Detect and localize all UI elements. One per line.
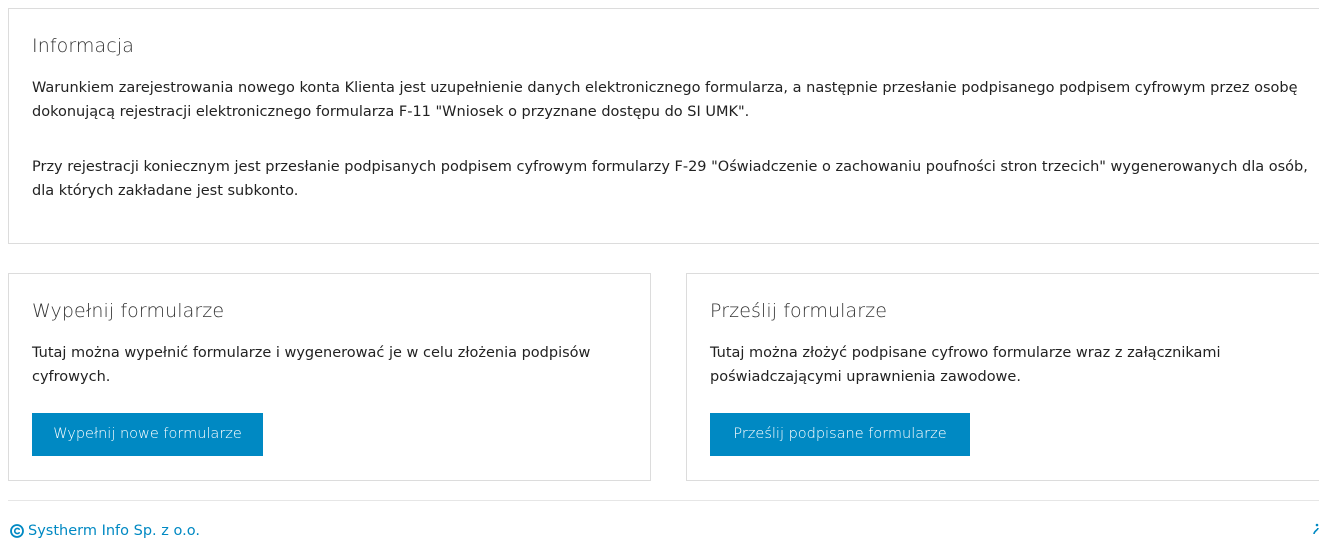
- info-panel: Informacja Warunkiem zarejestrowania now…: [8, 8, 1319, 244]
- footer-divider: [8, 500, 1319, 501]
- info-paragraph-2: Przy rejestracji koniecznym jest przesła…: [32, 159, 1308, 199]
- footer-copyright-link[interactable]: Systherm Info Sp. z o.o.: [10, 523, 200, 539]
- info-title: Informacja: [32, 35, 134, 57]
- info-icon[interactable]: [1311, 522, 1319, 536]
- fill-forms-panel: Wypełnij formularze Tutaj można wypełnić…: [8, 273, 651, 481]
- send-forms-panel: Prześlij formularze Tutaj można złożyć p…: [686, 273, 1319, 481]
- send-signed-forms-button[interactable]: Prześlij podpisane formularze: [710, 413, 970, 456]
- fill-forms-description: Tutaj można wypełnić formularze i wygene…: [32, 345, 591, 385]
- fill-forms-title: Wypełnij formularze: [32, 300, 225, 322]
- send-forms-title: Prześlij formularze: [710, 300, 888, 322]
- footer-copyright-text: Systherm Info Sp. z o.o.: [28, 523, 200, 539]
- copyright-icon: [10, 524, 24, 538]
- fill-new-forms-button[interactable]: Wypełnij nowe formularze: [32, 413, 263, 456]
- send-forms-description: Tutaj można złożyć podpisane cyfrowo for…: [710, 345, 1221, 385]
- info-paragraph-1: Warunkiem zarejestrowania nowego konta K…: [32, 80, 1298, 120]
